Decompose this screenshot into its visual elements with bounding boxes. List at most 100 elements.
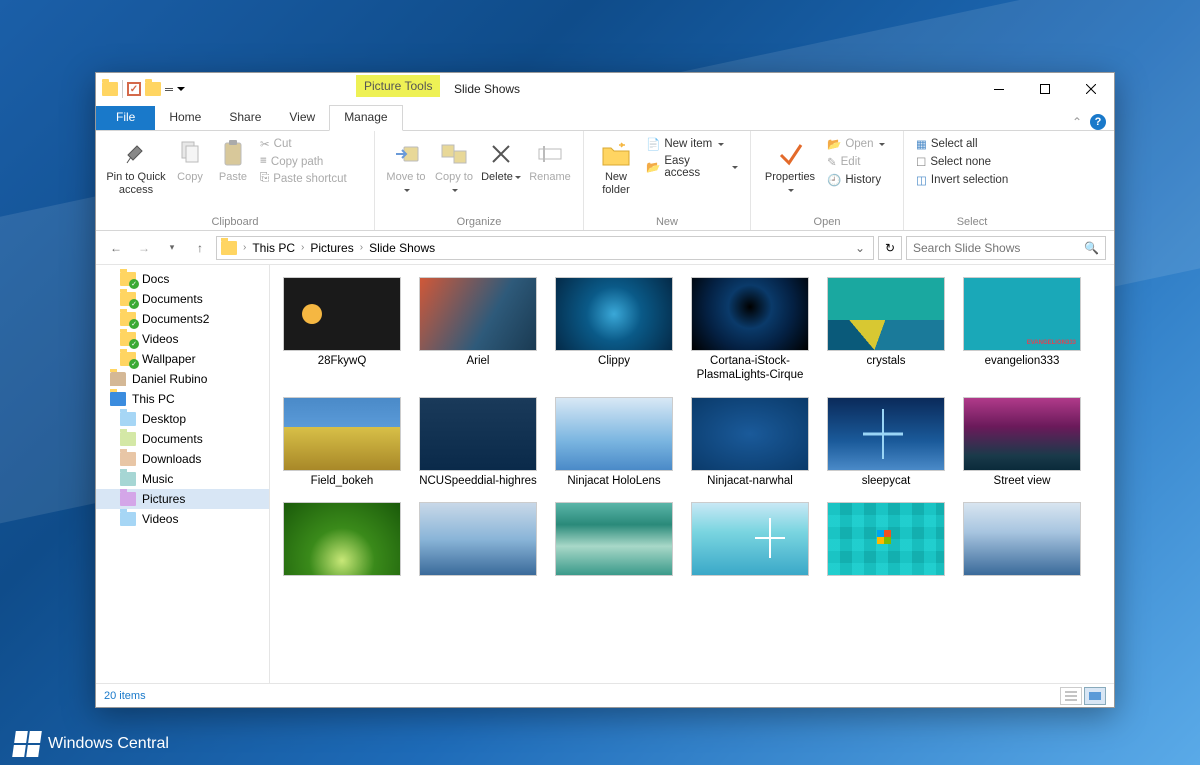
nav-item[interactable]: Music <box>96 469 269 489</box>
new-folder-button[interactable]: New folder <box>592 133 640 201</box>
minimize-button[interactable] <box>976 73 1022 105</box>
file-thumbnail[interactable]: crystals <box>822 277 950 383</box>
forward-button[interactable]: → <box>132 236 156 260</box>
history-icon: 🕘 <box>827 173 841 187</box>
invert-selection-button[interactable]: ◫Invert selection <box>912 171 1032 189</box>
file-thumbnail[interactable] <box>550 502 678 579</box>
chevron-right-icon[interactable]: › <box>358 242 365 253</box>
history-button[interactable]: 🕘History <box>823 171 895 189</box>
chevron-down-icon[interactable]: ⌄ <box>851 241 869 255</box>
up-button[interactable]: ↑ <box>188 236 212 260</box>
pin-to-quick-access-button[interactable]: Pin to Quick access <box>104 133 168 201</box>
nav-item[interactable]: Daniel Rubino <box>96 369 269 389</box>
file-thumbnail[interactable]: NCUSpeeddial-highres <box>414 397 542 488</box>
thumbnail-label: NCUSpeeddial-highres <box>419 474 537 488</box>
help-icon[interactable]: ? <box>1090 114 1106 130</box>
file-thumbnail[interactable] <box>278 502 406 579</box>
file-thumbnail[interactable]: Street view <box>958 397 1086 488</box>
paste-button[interactable]: Paste <box>212 133 254 188</box>
file-thumbnail[interactable] <box>822 502 950 579</box>
rename-button[interactable]: Rename <box>525 133 575 188</box>
thumbnail-image <box>691 502 809 576</box>
select-none-button[interactable]: ☐Select none <box>912 153 1032 171</box>
chevron-right-icon[interactable]: › <box>299 242 306 253</box>
nav-item[interactable]: Videos <box>96 329 269 349</box>
copy-path-button[interactable]: ≡Copy path <box>256 153 366 170</box>
file-thumbnail[interactable] <box>958 502 1086 579</box>
address-bar[interactable]: › This PC › Pictures › Slide Shows ⌄ <box>216 236 874 260</box>
tab-view[interactable]: View <box>275 106 329 130</box>
thumbnail-image <box>827 502 945 576</box>
nav-item[interactable]: Videos <box>96 509 269 529</box>
file-thumbnail[interactable] <box>686 502 814 579</box>
tab-share[interactable]: Share <box>215 106 275 130</box>
search-input[interactable] <box>913 241 1084 255</box>
navigation-pane[interactable]: DocsDocumentsDocuments2VideosWallpaperDa… <box>96 265 270 683</box>
nav-item[interactable]: Downloads <box>96 449 269 469</box>
easy-access-button[interactable]: 📂Easy access <box>642 153 742 181</box>
search-box[interactable]: 🔍 <box>906 236 1106 260</box>
breadcrumb-item[interactable]: Slide Shows <box>367 241 437 255</box>
folder-icon <box>120 472 136 486</box>
nav-item[interactable]: This PC <box>96 389 269 409</box>
folder-icon[interactable] <box>145 82 161 96</box>
file-thumbnail[interactable]: Clippy <box>550 277 678 383</box>
properties-icon[interactable] <box>127 82 141 96</box>
recent-button[interactable]: ▾ <box>160 236 184 260</box>
select-all-button[interactable]: ▦Select all <box>912 135 1032 153</box>
close-button[interactable] <box>1068 73 1114 105</box>
tab-home[interactable]: Home <box>155 106 215 130</box>
delete-button[interactable]: Delete <box>479 133 523 188</box>
back-button[interactable]: ← <box>104 236 128 260</box>
cut-button[interactable]: ✂Cut <box>256 135 366 153</box>
maximize-button[interactable] <box>1022 73 1068 105</box>
nav-item[interactable]: Wallpaper <box>96 349 269 369</box>
search-icon[interactable]: 🔍 <box>1084 241 1099 255</box>
move-to-button[interactable]: Move to <box>383 133 429 201</box>
nav-item[interactable]: Documents <box>96 289 269 309</box>
edit-button[interactable]: ✎Edit <box>823 153 895 171</box>
properties-button[interactable]: Properties <box>759 133 821 201</box>
nav-item[interactable]: Documents2 <box>96 309 269 329</box>
file-thumbnail[interactable]: Ninjacat HoloLens <box>550 397 678 488</box>
copy-to-button[interactable]: Copy to <box>431 133 477 201</box>
details-view-button[interactable] <box>1060 687 1082 705</box>
file-thumbnail[interactable] <box>414 502 542 579</box>
file-thumbnail[interactable]: Ariel <box>414 277 542 383</box>
file-thumbnail[interactable]: sleepycat <box>822 397 950 488</box>
thumbnails-view-button[interactable] <box>1084 687 1106 705</box>
nav-item-label: Documents <box>142 292 203 306</box>
chevron-down-icon[interactable] <box>177 87 185 91</box>
file-thumbnail[interactable]: Field_bokeh <box>278 397 406 488</box>
breadcrumb-item[interactable]: Pictures <box>308 241 355 255</box>
windows-logo-icon <box>12 731 42 757</box>
folder-icon[interactable] <box>102 82 118 96</box>
thumbnail-label: Clippy <box>598 354 630 368</box>
thumbnail-grid: 28FkywQAriel Clippy Cortana-iStock-PlasmaL… <box>278 277 1106 579</box>
nav-item-label: Videos <box>142 512 178 526</box>
nav-item[interactable]: Desktop <box>96 409 269 429</box>
file-thumbnail[interactable]: Cortana-iStock-PlasmaLights-Cirque <box>686 277 814 383</box>
file-thumbnail[interactable]: Ninjacat-narwhal <box>686 397 814 488</box>
refresh-button[interactable]: ↻ <box>878 236 902 260</box>
open-icon: 📂 <box>827 137 841 151</box>
nav-item[interactable]: Documents <box>96 429 269 449</box>
collapse-ribbon-icon[interactable]: ⌃ <box>1072 115 1082 129</box>
select-none-icon: ☐ <box>916 155 926 169</box>
invert-icon: ◫ <box>916 173 927 187</box>
nav-item-label: Daniel Rubino <box>132 372 207 386</box>
tab-file[interactable]: File <box>96 106 155 130</box>
new-item-button[interactable]: 📄New item <box>642 135 742 153</box>
content-pane[interactable]: 28FkywQAriel Clippy Cortana-iStock-PlasmaL… <box>270 265 1114 683</box>
copy-button[interactable]: Copy <box>170 133 210 188</box>
open-button[interactable]: 📂Open <box>823 135 895 153</box>
nav-item[interactable]: Docs <box>96 269 269 289</box>
breadcrumb-item[interactable]: This PC <box>250 241 297 255</box>
chevron-right-icon[interactable]: › <box>241 242 248 253</box>
new-item-icon: 📄 <box>646 137 660 151</box>
nav-item[interactable]: Pictures <box>96 489 269 509</box>
file-thumbnail[interactable]: 28FkywQ <box>278 277 406 383</box>
paste-shortcut-button[interactable]: ⎘Paste shortcut <box>256 170 366 187</box>
file-thumbnail[interactable]: evangelion333 <box>958 277 1086 383</box>
tab-manage[interactable]: Manage <box>329 105 402 131</box>
